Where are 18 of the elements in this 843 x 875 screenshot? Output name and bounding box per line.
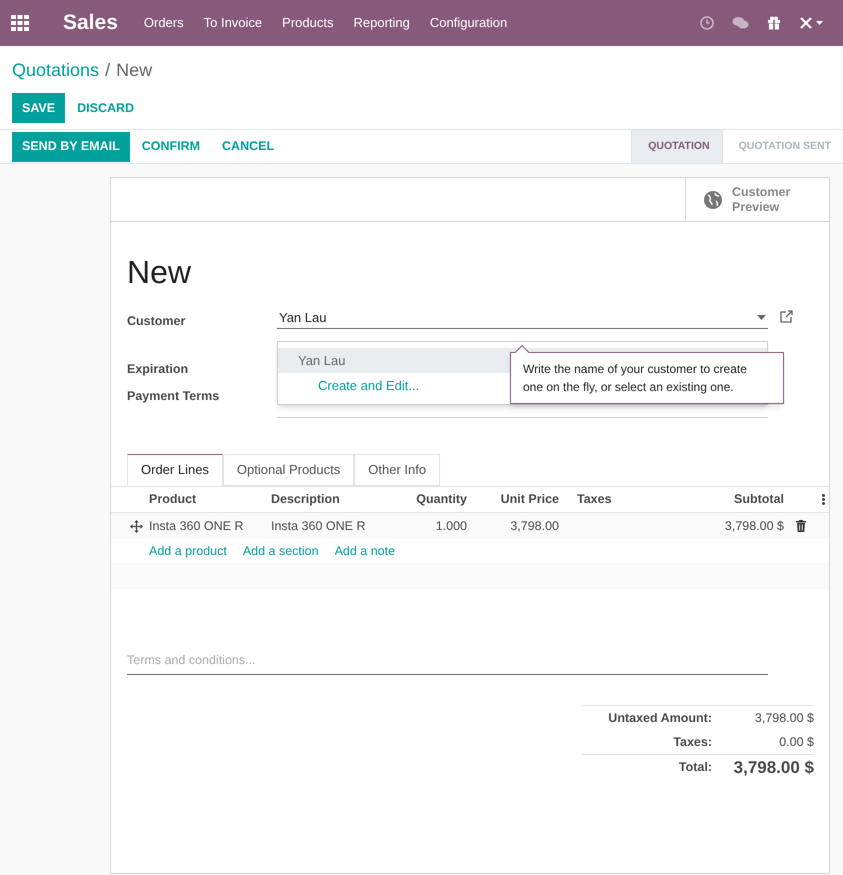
total-label: Untaxed Amount: xyxy=(608,710,712,727)
record-title: New xyxy=(127,253,192,292)
total-label: Total: xyxy=(678,759,712,776)
table-cell-text: Insta 360 ONE R xyxy=(149,518,244,535)
help-tooltip: Write the name of your customer to create one on the fly, or select an existing one. xyxy=(510,352,784,404)
table-cell-text: 1.000 xyxy=(434,518,468,535)
field-label: Customer xyxy=(127,313,186,330)
total-value: 0.00 $ xyxy=(778,734,814,751)
total-value: 3,798.00 $ xyxy=(732,756,814,779)
table-cell-text: Insta 360 ONE R xyxy=(271,518,366,535)
total-value: 3,798.00 $ xyxy=(754,710,814,727)
field-label: Expiration xyxy=(127,361,190,378)
total-label: Taxes: xyxy=(673,734,712,751)
breadcrumb-current: New xyxy=(116,59,152,82)
breadcrumb-separator: / xyxy=(105,59,110,82)
table-cell-text: 3,798.00 $ xyxy=(724,518,785,535)
field-label: Payment Terms xyxy=(127,388,220,405)
table-cell-text: 3,798.00 xyxy=(509,518,560,535)
